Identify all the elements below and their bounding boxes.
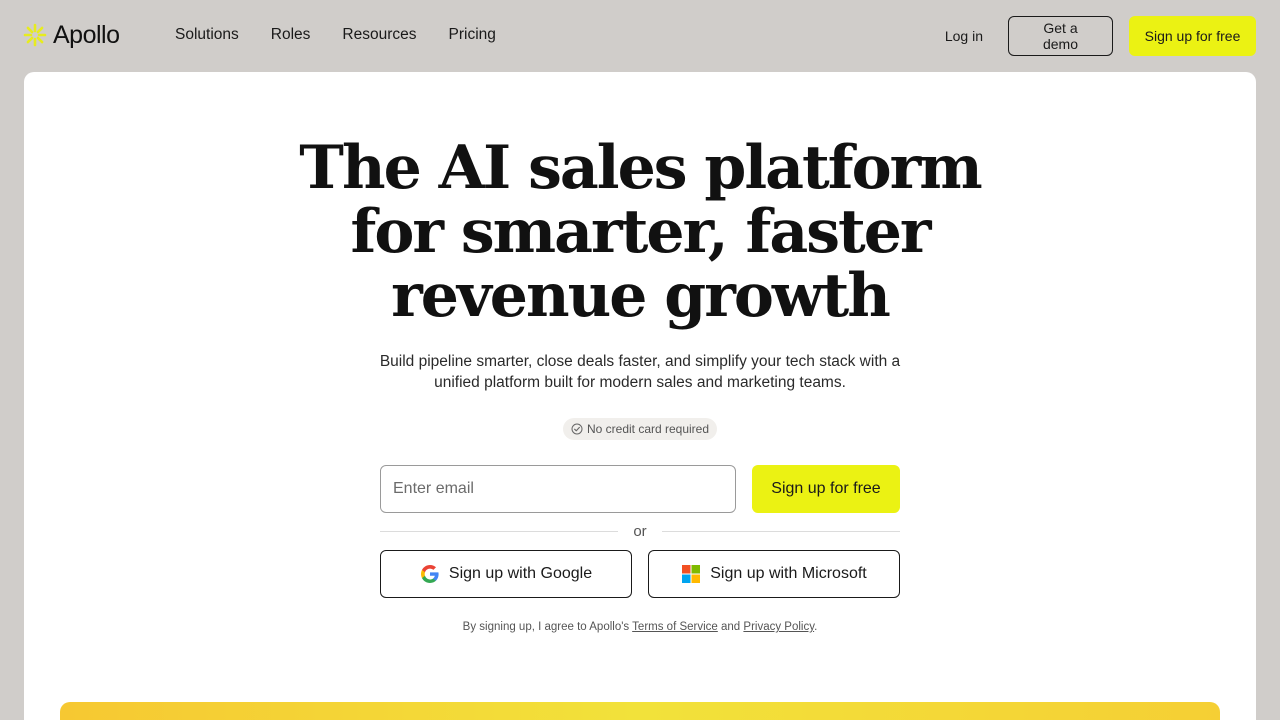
get-demo-button[interactable]: Get a demo [1008,16,1113,56]
legal-text: By signing up, I agree to Apollo's Terms… [24,621,1256,633]
legal-and: and [721,621,741,633]
top-navigation: Apollo Solutions Roles Resources Pricing… [0,0,1280,72]
nav-links: Solutions Roles Resources Pricing [175,25,528,45]
terms-link[interactable]: Terms of Service [632,621,718,633]
headline-line-2: for smarter, faster [350,197,932,267]
legal-prefix: By signing up, I agree to Apollo's [462,621,630,633]
or-divider: or [380,522,900,540]
nav-link-resources[interactable]: Resources [342,25,416,45]
divider-line-right [661,530,900,532]
privacy-link[interactable]: Privacy Policy [743,621,814,633]
hero-card: The AI sales platform for smarter, faste… [24,72,1256,720]
headline-line-1: The AI sales platform [299,133,982,203]
nav-link-solutions[interactable]: Solutions [175,25,239,45]
login-link[interactable]: Log in [945,28,983,44]
hero-subhead: Build pipeline smarter, close deals fast… [379,353,901,391]
google-icon [420,565,439,583]
microsoft-button-label: Sign up with Microsoft [710,565,867,582]
signup-nav-button[interactable]: Sign up for free [1129,16,1256,56]
no-credit-card-badge: No credit card required [563,418,717,440]
check-circle-icon [571,423,583,435]
divider-line-left [380,530,619,532]
microsoft-icon [682,565,701,583]
google-button-label: Sign up with Google [448,565,593,582]
nav-link-roles[interactable]: Roles [271,25,311,45]
signup-email-button[interactable]: Sign up for free [752,465,900,513]
apollo-logo[interactable]: Apollo [23,20,120,50]
headline-line-3: revenue growth [391,261,891,331]
or-text: or [633,522,647,540]
legal-suffix: . [814,621,818,633]
badge-text: No credit card required [586,422,710,436]
product-preview-banner [60,702,1220,720]
nav-link-pricing[interactable]: Pricing [449,25,496,45]
google-signup-button[interactable]: Sign up with Google [380,550,632,598]
apollo-sunburst-icon [23,23,47,47]
microsoft-signup-button[interactable]: Sign up with Microsoft [648,550,900,598]
hero-headline: The AI sales platform for smarter, faste… [24,136,1256,328]
email-input[interactable] [380,465,736,513]
logo-text: Apollo [53,20,120,49]
nav-actions: Log in Get a demo Sign up for free [945,16,1256,56]
